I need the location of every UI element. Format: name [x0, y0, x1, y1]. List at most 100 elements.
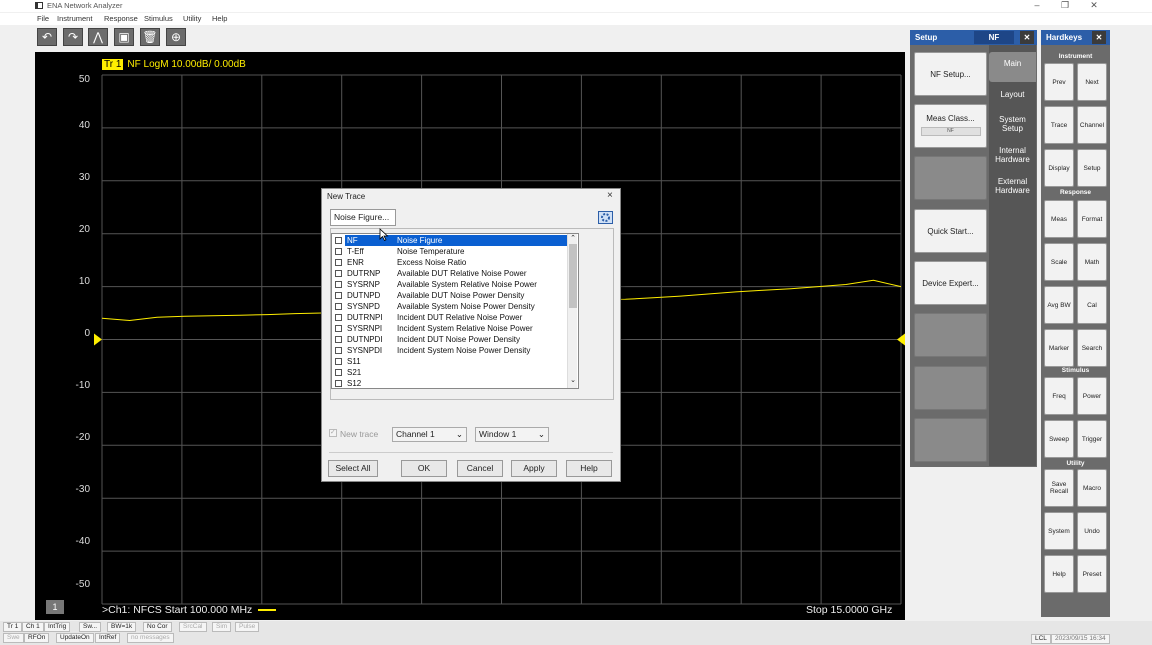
hardkeys-close-icon[interactable]: ✕ [1092, 31, 1106, 44]
list-item[interactable]: S21 [334, 367, 566, 378]
hardkey-preset[interactable]: Preset [1077, 555, 1107, 593]
list-item[interactable]: SYSRNPI Incident System Relative Noise Po… [334, 323, 566, 334]
item-checkbox[interactable] [335, 270, 342, 277]
hardkey-channel[interactable]: Channel [1077, 106, 1107, 144]
hardkey-freq[interactable]: Freq [1044, 377, 1074, 415]
new-trace-checkbox[interactable]: ✓ [329, 429, 337, 437]
item-checkbox[interactable] [335, 303, 342, 310]
hardkey-sweep[interactable]: Sweep [1044, 420, 1074, 458]
hardkey-math[interactable]: Math [1077, 243, 1107, 281]
menu-instrument[interactable]: Instrument [57, 14, 92, 23]
hardkey-format[interactable]: Format [1077, 200, 1107, 238]
dialog-close-icon[interactable]: × [607, 190, 613, 201]
setup-context[interactable]: NF [974, 31, 1014, 44]
zoom-icon[interactable]: ⊕ [166, 28, 186, 46]
hardkey-cal[interactable]: Cal [1077, 286, 1107, 324]
select-all-button[interactable]: Select All [328, 460, 378, 477]
item-checkbox[interactable] [335, 292, 342, 299]
tab-noise-figure[interactable]: Noise Figure... [330, 209, 396, 226]
tab-external-hardware[interactable]: External Hardware [990, 177, 1035, 195]
menu-stimulus[interactable]: Stimulus [144, 14, 173, 23]
undo-icon[interactable]: ↶ [37, 28, 57, 46]
list-item[interactable]: S12 [334, 378, 566, 389]
tab-layout[interactable]: Layout [990, 90, 1035, 99]
restore-button[interactable]: ❐ [1058, 0, 1072, 11]
menu-help[interactable]: Help [212, 14, 227, 23]
list-item[interactable]: ENR Excess Noise Ratio [334, 257, 566, 268]
list-item[interactable]: SYSRNP Available System Relative Noise Po… [334, 279, 566, 290]
device-expert-button[interactable]: Device Expert... [914, 261, 987, 305]
hardkey-meas[interactable]: Meas [1044, 200, 1074, 238]
list-item[interactable]: DUTRNPI Incident DUT Relative Noise Power [334, 312, 566, 323]
reference-marker-left[interactable] [94, 333, 102, 346]
item-checkbox[interactable] [335, 380, 342, 387]
list-item[interactable]: SYSNPDI Incident System Noise Power Densi… [334, 345, 566, 356]
hardkey-trigger[interactable]: Trigger [1077, 420, 1107, 458]
hardkey-prev[interactable]: Prev [1044, 63, 1074, 101]
hardkey-setup[interactable]: Setup [1077, 149, 1107, 187]
hardkey-save-recall[interactable]: Save Recall [1044, 469, 1074, 507]
list-item[interactable]: DUTNPD Available DUT Noise Power Density [334, 290, 566, 301]
hardkey-search[interactable]: Search [1077, 329, 1107, 367]
hardkey-macro[interactable]: Macro [1077, 469, 1107, 507]
tab-system-setup[interactable]: System Setup [990, 115, 1035, 133]
quick-start-button[interactable]: Quick Start... [914, 209, 987, 253]
list-item[interactable]: DUTNPDI Incident DUT Noise Power Density [334, 334, 566, 345]
marker-icon[interactable]: ⋀ [88, 28, 108, 46]
item-checkbox[interactable] [335, 347, 342, 354]
scroll-thumb[interactable] [569, 244, 577, 308]
item-checkbox[interactable] [335, 358, 342, 365]
ok-button[interactable]: OK [401, 460, 447, 477]
hardkey-scale[interactable]: Scale [1044, 243, 1074, 281]
help-button[interactable]: Help [566, 460, 612, 477]
hardkey-power[interactable]: Power [1077, 377, 1107, 415]
setup-close-icon[interactable]: ✕ [1020, 31, 1034, 44]
scroll-down-icon[interactable]: ⌄ [568, 376, 578, 386]
menu-file[interactable]: File [37, 14, 49, 23]
item-checkbox[interactable] [335, 281, 342, 288]
list-item[interactable]: T-Eff Noise Temperature [334, 246, 566, 257]
list-scrollbar[interactable]: ⌃ ⌄ [567, 234, 577, 388]
start-frequency[interactable]: >Ch1: NFCS Start 100.000 MHz [102, 604, 277, 616]
hardkey-avg-bw[interactable]: Avg BW [1044, 286, 1074, 324]
redo-icon[interactable]: ↷ [63, 28, 83, 46]
hardkey-marker[interactable]: Marker [1044, 329, 1074, 367]
trace-legend-line [258, 609, 277, 612]
hardkey-next[interactable]: Next [1077, 63, 1107, 101]
trace-label[interactable]: Tr 1 NF LogM 10.00dB/ 0.00dB [102, 59, 246, 70]
list-item[interactable]: SYSNPD Available System Noise Power Densi… [334, 301, 566, 312]
cancel-button[interactable]: Cancel [457, 460, 503, 477]
tab-internal-hardware[interactable]: Internal Hardware [990, 146, 1035, 164]
list-item[interactable]: NF Noise Figure [334, 235, 568, 246]
nf-setup-button[interactable]: NF Setup... [914, 52, 987, 96]
hardkey-system[interactable]: System [1044, 512, 1074, 550]
apply-button[interactable]: Apply [511, 460, 557, 477]
settings-icon[interactable] [598, 211, 613, 224]
close-window-button[interactable]: ✕ [1087, 0, 1101, 11]
item-checkbox[interactable] [335, 325, 342, 332]
hardkey-display[interactable]: Display [1044, 149, 1074, 187]
item-checkbox[interactable] [335, 259, 342, 266]
list-item[interactable]: S11 [334, 356, 566, 367]
delete-icon[interactable]: 🗑 [140, 28, 160, 46]
meas-class-button[interactable]: Meas Class... NF [914, 104, 987, 148]
hardkey-help[interactable]: Help [1044, 555, 1074, 593]
item-checkbox[interactable] [335, 237, 342, 244]
item-checkbox[interactable] [335, 248, 342, 255]
hardkey-trace[interactable]: Trace [1044, 106, 1074, 144]
menu-response[interactable]: Response [104, 14, 138, 23]
screen-icon[interactable]: ▣ [114, 28, 134, 46]
item-checkbox[interactable] [335, 336, 342, 343]
channel-select[interactable]: Channel 1 ⌄ [392, 427, 467, 442]
stop-frequency[interactable]: Stop 15.0000 GHz [806, 604, 892, 616]
hardkey-undo[interactable]: Undo [1077, 512, 1107, 550]
list-item[interactable]: DUTRNP Available DUT Relative Noise Power [334, 268, 566, 279]
window-select[interactable]: Window 1 ⌄ [475, 427, 549, 442]
item-checkbox[interactable] [335, 314, 342, 321]
minimize-button[interactable]: – [1030, 0, 1044, 10]
menu-utility[interactable]: Utility [183, 14, 201, 23]
scroll-up-icon[interactable]: ⌃ [568, 234, 578, 244]
tab-main[interactable]: Main [990, 59, 1035, 68]
measurement-list[interactable]: NF Noise Figure T-Eff Noise Temperature ENR E… [331, 233, 579, 389]
item-checkbox[interactable] [335, 369, 342, 376]
